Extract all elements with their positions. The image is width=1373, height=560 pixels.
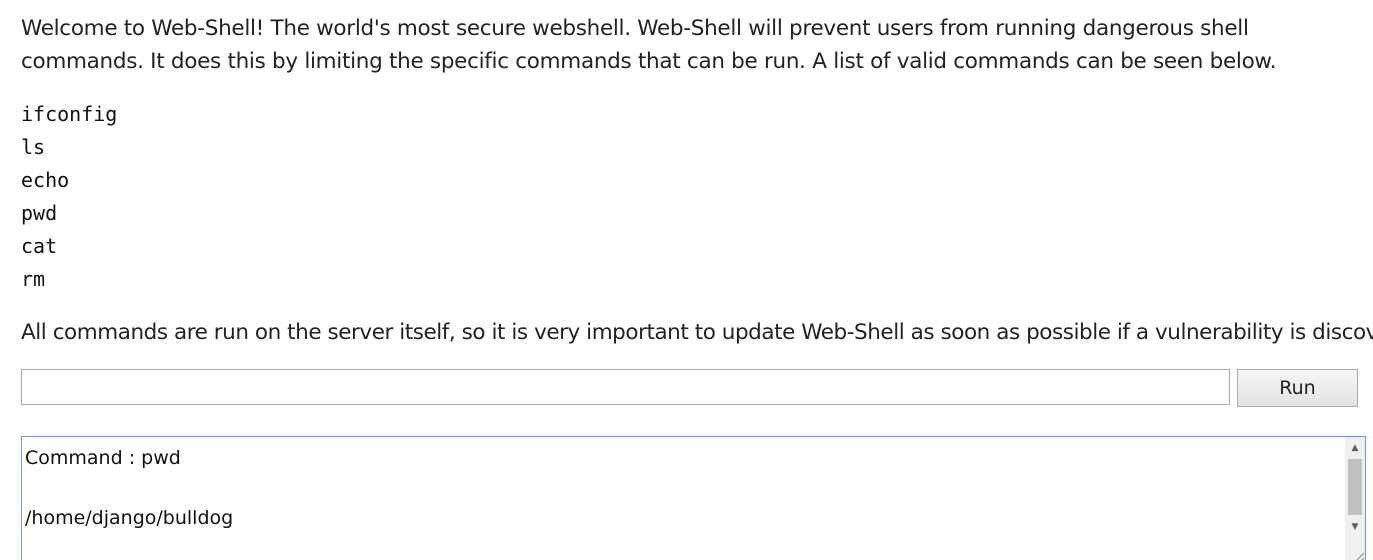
- output-scrollbar[interactable]: ▲ ▼: [1345, 437, 1365, 560]
- command-list: ifconfig ls echo pwd cat rm: [21, 98, 117, 296]
- scroll-up-arrow-icon[interactable]: ▲: [1345, 439, 1365, 457]
- warning-paragraph: All commands are run on the server itsel…: [21, 320, 1373, 345]
- command-item: ls: [21, 135, 46, 159]
- scroll-down-arrow-icon[interactable]: ▼: [1345, 518, 1365, 536]
- command-item: ifconfig: [21, 102, 118, 126]
- resize-grip-icon[interactable]: [1345, 545, 1365, 560]
- output-text: Command : pwd /home/django/bulldog: [25, 447, 234, 529]
- command-item: echo: [21, 168, 70, 192]
- command-item: pwd: [21, 201, 58, 225]
- web-shell-page: Welcome to Web-Shell! The world's most s…: [0, 0, 1373, 560]
- command-item: rm: [21, 267, 46, 291]
- scroll-thumb[interactable]: [1348, 459, 1362, 515]
- command-input[interactable]: [21, 369, 1230, 405]
- run-button[interactable]: Run: [1237, 369, 1358, 407]
- command-item: cat: [21, 234, 58, 258]
- output-textarea[interactable]: Command : pwd /home/django/bulldog ▲ ▼: [21, 436, 1366, 560]
- intro-paragraph: Welcome to Web-Shell! The world's most s…: [21, 16, 1277, 74]
